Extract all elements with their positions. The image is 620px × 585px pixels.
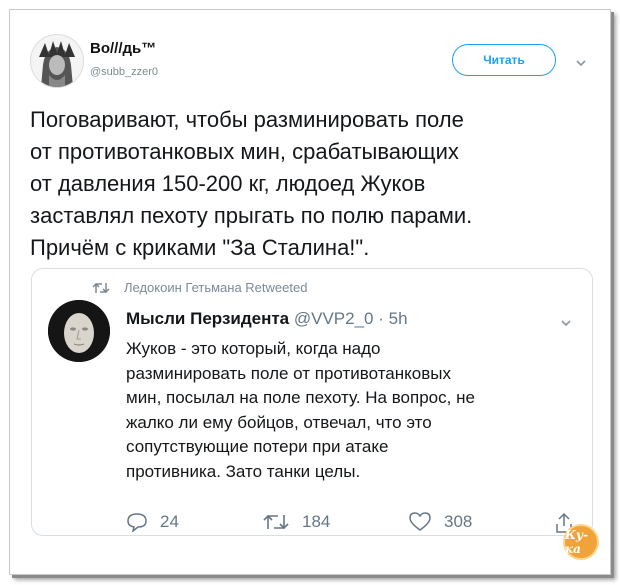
quoted-line: жалко ли ему бойцов, отвечал, что это [126,412,432,432]
author-display-name[interactable]: Во///дь™ [90,40,156,57]
quoted-line: Жуков - это который, когда надо [126,339,381,358]
retweeted-by-label[interactable]: Ледокоин Гетьмана Retweeted [124,280,307,295]
tweet-line: заставлял пехоту прыгать по полю парами. [30,203,473,228]
author-avatar[interactable] [30,34,84,88]
like-count: 308 [444,512,473,531]
follow-button[interactable]: Читать [452,44,556,76]
quoted-line: противника. Зато танки целы. [126,461,361,481]
retweet-icon [263,514,289,530]
retweet-action[interactable]: 184 [262,512,330,532]
author-handle[interactable]: @subb_zzer0 [90,66,158,78]
portrait-avatar-icon [31,35,83,87]
retweeted-by: Ледокоин Гетьмана Retweeted [92,280,307,295]
reply-count: 24 [160,512,179,531]
quoted-time[interactable]: 5h [389,309,408,328]
quoted-author-handle[interactable]: @VVP2_0 [294,309,374,328]
retweet-icon [92,282,110,293]
quoted-author-name[interactable]: Мысли Перзидента [126,309,289,328]
death-mask-avatar-icon [48,300,110,362]
tweet-text: Поговаривают, чтобы разминировать поле о… [30,104,602,264]
quoted-chevron-down-icon[interactable] [559,316,573,330]
retweet-count: 184 [302,512,331,531]
tweet-line: Поговаривают, чтобы разминировать поле [30,107,464,132]
chevron-down-icon[interactable] [574,56,588,70]
quoted-header: Мысли Перзидента @VVP2_0 · 5h [126,309,408,329]
reply-action[interactable]: 24 [126,512,179,532]
like-action[interactable]: 308 [408,512,472,532]
heart-icon [409,512,431,531]
tweet-line: от противотанковых мин, срабатывающих [30,139,459,164]
reply-icon [127,513,147,532]
quoted-separator: · [378,309,384,328]
site-watermark-logo: Ку-ка [563,524,599,560]
tweet-line: Причём с криками "За Сталина!". [30,235,370,260]
quoted-line: разминировать поле от противотанковых [126,363,451,383]
quoted-line: сопутствующие потери при атаке [126,437,389,456]
quoted-text: Жуков - это который, когда надо разминир… [126,337,576,484]
quoted-line: мин, посылал на поле пехоту. На вопрос, … [126,388,475,407]
quoted-author-avatar[interactable] [48,300,110,362]
tweet-line: от давления 150-200 кг, людоед Жуков [30,171,426,196]
